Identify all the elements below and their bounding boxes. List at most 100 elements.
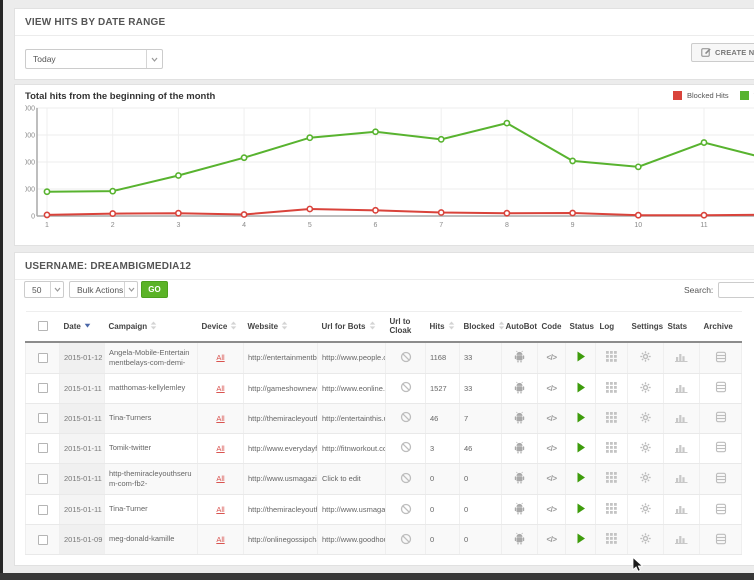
play-icon[interactable]	[576, 537, 586, 546]
data-point[interactable]	[307, 206, 312, 211]
row-checkbox[interactable]	[38, 474, 48, 484]
play-icon[interactable]	[576, 386, 586, 395]
grid-icon[interactable]	[606, 537, 617, 546]
bar-chart-icon[interactable]	[675, 386, 688, 395]
data-point[interactable]	[176, 211, 181, 216]
data-point[interactable]	[176, 173, 181, 178]
data-point[interactable]	[373, 129, 378, 134]
ban-icon[interactable]	[400, 356, 412, 365]
gear-icon[interactable]	[640, 537, 651, 546]
archive-box-icon[interactable]	[715, 538, 727, 547]
code-icon[interactable]: </>	[546, 444, 556, 453]
row-checkbox[interactable]	[38, 413, 48, 423]
archive-box-icon[interactable]	[715, 356, 727, 365]
ban-icon[interactable]	[400, 538, 412, 547]
data-point[interactable]	[504, 211, 509, 216]
row-checkbox[interactable]	[38, 535, 48, 545]
data-point[interactable]	[242, 155, 247, 160]
data-point[interactable]	[439, 137, 444, 142]
device-link[interactable]: All	[216, 414, 224, 423]
data-point[interactable]	[110, 189, 115, 194]
android-robot-icon[interactable]	[513, 387, 526, 396]
ban-icon[interactable]	[400, 477, 412, 486]
ban-icon[interactable]	[400, 508, 412, 517]
device-link[interactable]: All	[216, 505, 224, 514]
grid-icon[interactable]	[606, 355, 617, 364]
data-point[interactable]	[307, 135, 312, 140]
bar-chart-icon[interactable]	[675, 416, 688, 425]
device-link[interactable]: All	[216, 474, 224, 483]
go-button[interactable]: GO	[141, 281, 168, 298]
column-header-blocked[interactable]: Blocked	[460, 312, 502, 342]
ban-icon[interactable]	[400, 386, 412, 395]
code-icon[interactable]: </>	[546, 414, 556, 423]
ban-icon[interactable]	[400, 446, 412, 455]
bulk-actions-select[interactable]: Bulk Actions	[69, 281, 138, 298]
device-link[interactable]: All	[216, 444, 224, 453]
android-robot-icon[interactable]	[513, 447, 526, 456]
data-point[interactable]	[636, 213, 641, 218]
device-link[interactable]: All	[216, 535, 224, 544]
row-checkbox[interactable]	[38, 383, 48, 393]
data-point[interactable]	[570, 158, 575, 163]
data-point[interactable]	[44, 189, 49, 194]
device-link[interactable]: All	[216, 353, 224, 362]
device-link[interactable]: All	[216, 384, 224, 393]
create-new-campaign-button[interactable]: CREATE NEW CAMPAIGN	[691, 43, 754, 62]
data-point[interactable]	[701, 140, 706, 145]
android-robot-icon[interactable]	[513, 538, 526, 547]
ban-icon[interactable]	[400, 416, 412, 425]
cell-url-for-bots[interactable]: Click to edit	[318, 463, 386, 494]
gear-icon[interactable]	[640, 355, 651, 364]
data-point[interactable]	[570, 210, 575, 215]
archive-box-icon[interactable]	[715, 416, 727, 425]
code-icon[interactable]: </>	[546, 535, 556, 544]
select-all-checkbox[interactable]	[38, 321, 48, 331]
column-header-date[interactable]: Date	[60, 312, 105, 342]
code-icon[interactable]: </>	[546, 384, 556, 393]
data-point[interactable]	[110, 211, 115, 216]
data-point[interactable]	[439, 210, 444, 215]
grid-icon[interactable]	[606, 446, 617, 455]
data-point[interactable]	[504, 121, 509, 126]
grid-icon[interactable]	[606, 386, 617, 395]
code-icon[interactable]: </>	[546, 353, 556, 362]
gear-icon[interactable]	[640, 416, 651, 425]
row-checkbox[interactable]	[38, 443, 48, 453]
page-size-select[interactable]: 50	[24, 281, 64, 298]
gear-icon[interactable]	[640, 446, 651, 455]
android-robot-icon[interactable]	[513, 477, 526, 486]
play-icon[interactable]	[576, 416, 586, 425]
code-icon[interactable]: </>	[546, 505, 556, 514]
bar-chart-icon[interactable]	[675, 446, 688, 455]
column-header-url-for-bots[interactable]: Url for Bots	[318, 312, 386, 342]
bar-chart-icon[interactable]	[675, 476, 688, 485]
search-input[interactable]	[718, 282, 754, 298]
bar-chart-icon[interactable]	[675, 355, 688, 364]
row-checkbox[interactable]	[38, 505, 48, 515]
android-robot-icon[interactable]	[513, 356, 526, 365]
gear-icon[interactable]	[640, 507, 651, 516]
archive-box-icon[interactable]	[715, 446, 727, 455]
play-icon[interactable]	[576, 507, 586, 516]
android-robot-icon[interactable]	[513, 417, 526, 426]
grid-icon[interactable]	[606, 476, 617, 485]
column-header-device[interactable]: Device	[198, 312, 244, 342]
archive-box-icon[interactable]	[715, 386, 727, 395]
bar-chart-icon[interactable]	[675, 507, 688, 516]
data-point[interactable]	[701, 213, 706, 218]
code-icon[interactable]: </>	[546, 474, 556, 483]
play-icon[interactable]	[576, 476, 586, 485]
android-robot-icon[interactable]	[513, 508, 526, 517]
column-header-website[interactable]: Website	[244, 312, 318, 342]
data-point[interactable]	[373, 208, 378, 213]
row-checkbox[interactable]	[38, 353, 48, 363]
gear-icon[interactable]	[640, 386, 651, 395]
data-point[interactable]	[636, 164, 641, 169]
column-header-campaign[interactable]: Campaign	[105, 312, 198, 342]
date-range-select[interactable]: Today	[25, 49, 163, 69]
data-point[interactable]	[44, 212, 49, 217]
column-header-hits[interactable]: Hits	[426, 312, 460, 342]
grid-icon[interactable]	[606, 416, 617, 425]
play-icon[interactable]	[576, 446, 586, 455]
